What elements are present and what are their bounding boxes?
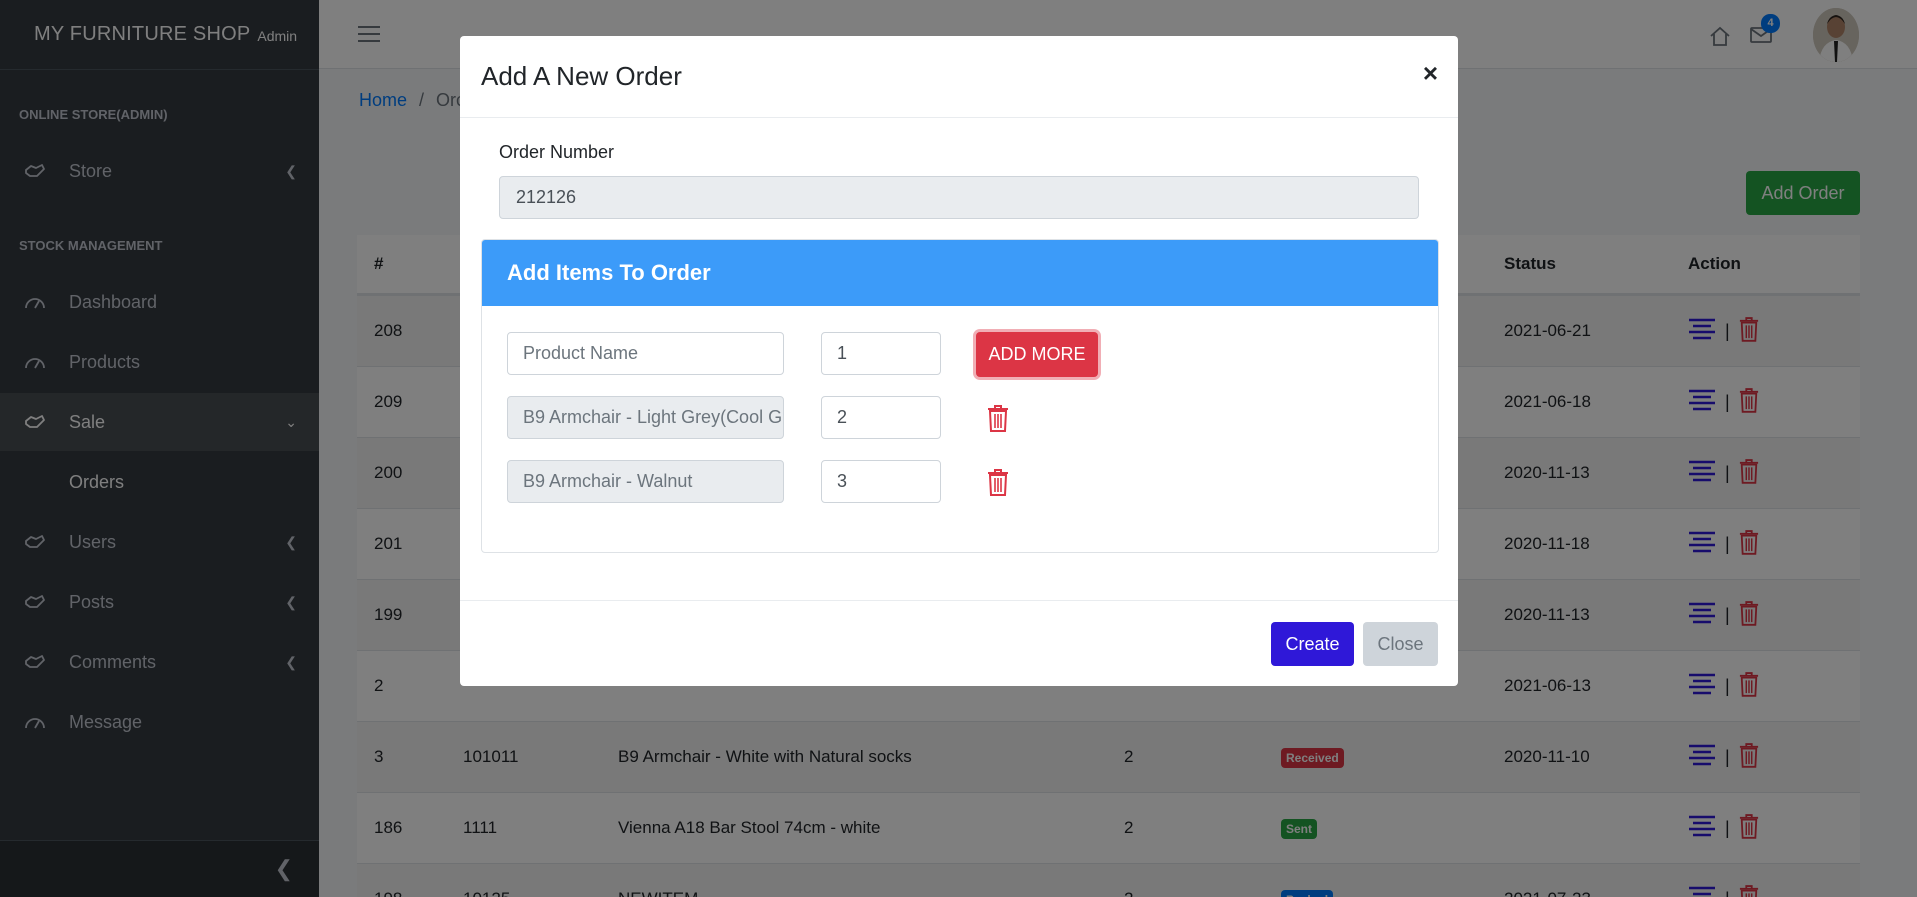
add-more-button[interactable]: ADD MORE	[976, 332, 1098, 377]
order-number-field[interactable]: 212126	[499, 176, 1419, 219]
add-order-modal: Add A New Order × Order Number 212126 Ad…	[460, 36, 1458, 686]
quantity-input[interactable]: 1	[821, 332, 941, 375]
items-card-header: Add Items To Order	[482, 240, 1438, 306]
close-icon[interactable]: ×	[1423, 58, 1438, 89]
item-name-field: B9 Armchair - Light Grey(Cool G	[507, 396, 784, 439]
modal-header: Add A New Order	[460, 36, 1458, 118]
order-number-label: Order Number	[499, 142, 615, 162]
item-quantity-input[interactable]: 3	[821, 460, 941, 503]
trash-icon[interactable]	[987, 404, 1009, 437]
trash-icon[interactable]	[987, 468, 1009, 501]
modal-title: Add A New Order	[481, 61, 682, 91]
item-name-field: B9 Armchair - Walnut	[507, 460, 784, 503]
product-name-input[interactable]: Product Name	[507, 332, 784, 375]
item-quantity-input[interactable]: 2	[821, 396, 941, 439]
close-button[interactable]: Close	[1363, 622, 1438, 666]
create-button[interactable]: Create	[1271, 622, 1354, 666]
modal-footer: Create Close	[460, 600, 1458, 686]
